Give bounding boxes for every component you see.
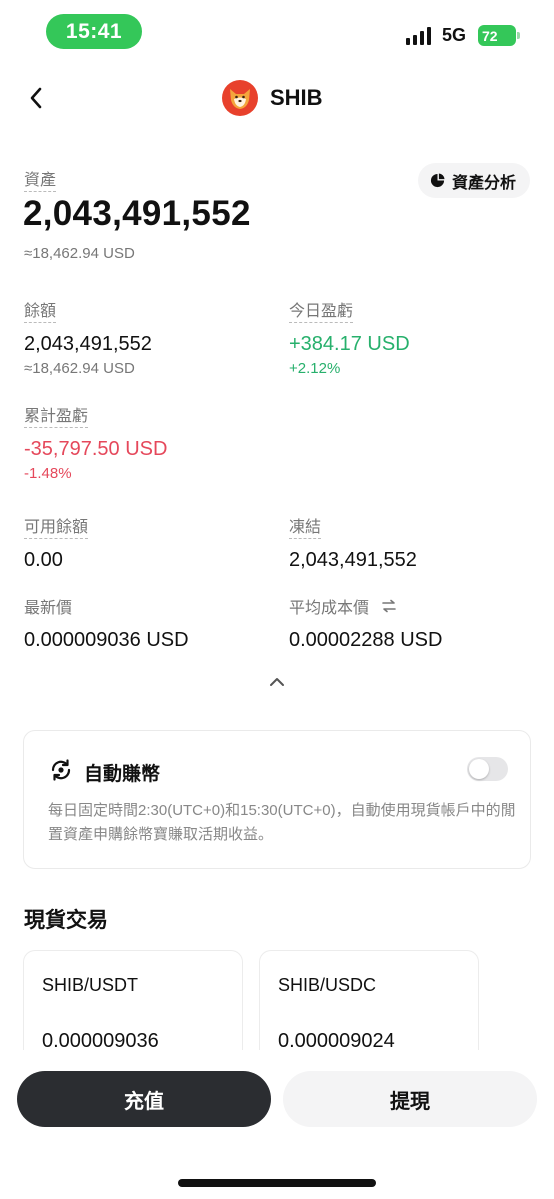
asset-value: 2,043,491,552 — [23, 194, 251, 233]
battery-icon: 72 — [478, 25, 520, 46]
frozen-cell: 凍結 2,043,491,552 — [289, 513, 417, 572]
withdraw-button[interactable]: 提現 — [283, 1071, 537, 1127]
today-pnl-cell: 今日盈虧 +384.17 USD +2.12% — [289, 297, 410, 377]
total-pnl-percent: -1.48% — [24, 465, 72, 482]
balance-usd: ≈18,462.94 USD — [24, 360, 135, 377]
balance-cell: 餘額 2,043,491,552 ≈18,462.94 USD — [24, 297, 152, 377]
swap-icon[interactable] — [381, 599, 397, 618]
asset-analysis-button[interactable]: 資產分析 — [418, 163, 531, 198]
pair-price: 0.000009036 — [42, 1030, 159, 1050]
avg-cost-cell: 平均成本價 0.00002288 USD — [289, 594, 442, 652]
total-pnl-value: -35,797.50 USD — [24, 438, 168, 460]
chevron-up-icon[interactable] — [265, 670, 289, 694]
pair-card-shib-usdc[interactable]: SHIB/USDC 0.000009024 — [259, 950, 479, 1050]
title-wrap: SHIB — [222, 80, 323, 116]
asset-usd-value: ≈18,462.94 USD — [24, 245, 135, 262]
page-title: SHIB — [270, 85, 323, 110]
latest-price-label: 最新價 — [24, 600, 73, 617]
network-label: 5G — [442, 25, 467, 45]
frozen-value: 2,043,491,552 — [289, 549, 417, 571]
today-pnl-percent: +2.12% — [289, 360, 341, 377]
asset-label[interactable]: 資產 — [24, 166, 57, 192]
deposit-button[interactable]: 充值 — [17, 1071, 271, 1127]
shiba-inu-icon — [222, 80, 258, 116]
status-time: 15:41 — [46, 14, 142, 49]
pair-price: 0.000009024 — [278, 1030, 395, 1050]
battery-level: 72 — [482, 27, 498, 44]
available-cell: 可用餘額 0.00 — [24, 513, 89, 572]
home-indicator — [178, 1179, 376, 1187]
today-pnl-label[interactable]: 今日盈虧 — [289, 297, 354, 323]
pair-name: SHIB/USDT — [42, 975, 139, 995]
total-pnl-cell: 累計盈虧 -35,797.50 USD -1.48% — [24, 402, 167, 482]
header: SHIB — [0, 72, 554, 126]
back-icon[interactable] — [22, 84, 50, 112]
auto-earn-header: 自動賺幣 — [48, 757, 160, 788]
frozen-label[interactable]: 凍結 — [289, 513, 322, 539]
auto-earn-description: 每日固定時間2:30(UTC+0)和15:30(UTC+0)，自動使用現貨帳戶中… — [48, 802, 516, 843]
latest-price-cell: 最新價 0.000009036 USD — [24, 594, 189, 652]
toggle-knob — [469, 759, 489, 779]
pair-card-shib-usdt[interactable]: SHIB/USDT 0.000009036 — [23, 950, 243, 1050]
status-bar: 15:41 5G 72 — [0, 0, 554, 64]
available-value: 0.00 — [24, 549, 63, 571]
auto-earn-toggle[interactable] — [467, 757, 508, 781]
asset-analysis-label: 資產分析 — [452, 174, 517, 192]
spot-section-title: 現貨交易 — [24, 909, 108, 932]
latest-price-value: 0.000009036 USD — [24, 629, 189, 651]
avg-cost-label: 平均成本價 — [289, 600, 370, 617]
avg-cost-value: 0.00002288 USD — [289, 629, 443, 651]
auto-earn-card: 自動賺幣 每日固定時間2:30(UTC+0)和15:30(UTC+0)，自動使用… — [23, 730, 531, 869]
today-pnl-value: +384.17 USD — [289, 333, 410, 355]
available-label[interactable]: 可用餘額 — [24, 513, 89, 539]
balance-label[interactable]: 餘額 — [24, 297, 57, 323]
total-pnl-label[interactable]: 累計盈虧 — [24, 402, 89, 428]
auto-earn-icon — [48, 757, 74, 788]
pair-name: SHIB/USDC — [278, 975, 377, 995]
auto-earn-title: 自動賺幣 — [84, 764, 161, 785]
balance-value: 2,043,491,552 — [24, 333, 152, 355]
signal-icon — [406, 27, 431, 45]
pie-chart-icon — [430, 173, 445, 188]
